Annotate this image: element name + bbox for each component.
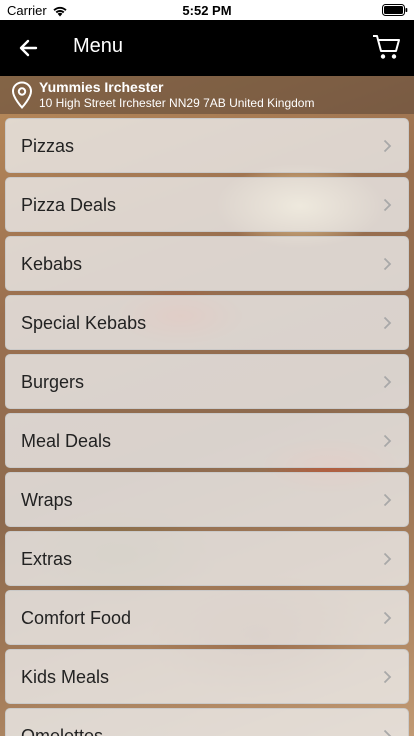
page-title: Menu xyxy=(73,35,124,57)
menu-category-label: Comfort Food xyxy=(21,608,132,628)
back-button[interactable] xyxy=(16,36,42,60)
menu-category-kebabs[interactable]: Kebabs xyxy=(5,236,409,291)
battery-icon xyxy=(382,4,408,16)
menu-category-pizza-deals[interactable]: Pizza Deals xyxy=(5,177,409,232)
chevron-right-icon xyxy=(383,552,392,566)
menu-category-label: Burgers xyxy=(21,372,85,392)
chevron-right-icon xyxy=(383,375,392,389)
navigation-bar: Menu xyxy=(0,20,414,76)
menu-category-label: Omelettes xyxy=(21,726,104,736)
menu-category-label: Meal Deals xyxy=(21,431,112,451)
menu-category-pizzas[interactable]: Pizzas xyxy=(5,118,409,173)
chevron-right-icon xyxy=(383,198,392,212)
map-pin-icon xyxy=(11,81,33,109)
chevron-right-icon xyxy=(383,139,392,153)
menu-category-comfort-food[interactable]: Comfort Food xyxy=(5,590,409,645)
chevron-right-icon xyxy=(383,257,392,271)
chevron-right-icon xyxy=(383,316,392,330)
menu-category-label: Pizzas xyxy=(21,136,75,156)
arrow-left-icon xyxy=(19,39,38,57)
status-bar: Carrier 5:52 PM xyxy=(0,0,414,20)
menu-category-list: Pizzas Pizza Deals Kebabs Special Kebabs… xyxy=(5,118,409,736)
menu-category-kids-meals[interactable]: Kids Meals xyxy=(5,649,409,704)
menu-category-extras[interactable]: Extras xyxy=(5,531,409,586)
menu-category-label: Kebabs xyxy=(21,254,83,274)
chevron-right-icon xyxy=(383,611,392,625)
status-time: 5:52 PM xyxy=(182,3,232,18)
menu-category-burgers[interactable]: Burgers xyxy=(5,354,409,409)
chevron-right-icon xyxy=(383,670,392,684)
menu-category-label: Pizza Deals xyxy=(21,195,117,215)
chevron-right-icon xyxy=(383,493,392,507)
menu-category-meal-deals[interactable]: Meal Deals xyxy=(5,413,409,468)
chevron-right-icon xyxy=(383,729,392,736)
app-screen: Carrier 5:52 PM Menu Yummies Irchester 1… xyxy=(0,0,414,736)
menu-category-omelettes[interactable]: Omelettes xyxy=(5,708,409,736)
restaurant-address: 10 High Street Irchester NN29 7AB United… xyxy=(39,96,315,110)
restaurant-header: Yummies Irchester 10 High Street Irchest… xyxy=(0,76,414,114)
cart-icon xyxy=(373,35,400,59)
menu-category-label: Wraps xyxy=(21,490,73,510)
restaurant-name: Yummies Irchester xyxy=(39,79,164,95)
menu-category-label: Special Kebabs xyxy=(21,313,147,333)
menu-category-special-kebabs[interactable]: Special Kebabs xyxy=(5,295,409,350)
chevron-right-icon xyxy=(383,434,392,448)
cart-button[interactable] xyxy=(372,33,402,61)
menu-category-wraps[interactable]: Wraps xyxy=(5,472,409,527)
menu-category-label: Extras xyxy=(21,549,73,569)
menu-category-label: Kids Meals xyxy=(21,667,110,687)
